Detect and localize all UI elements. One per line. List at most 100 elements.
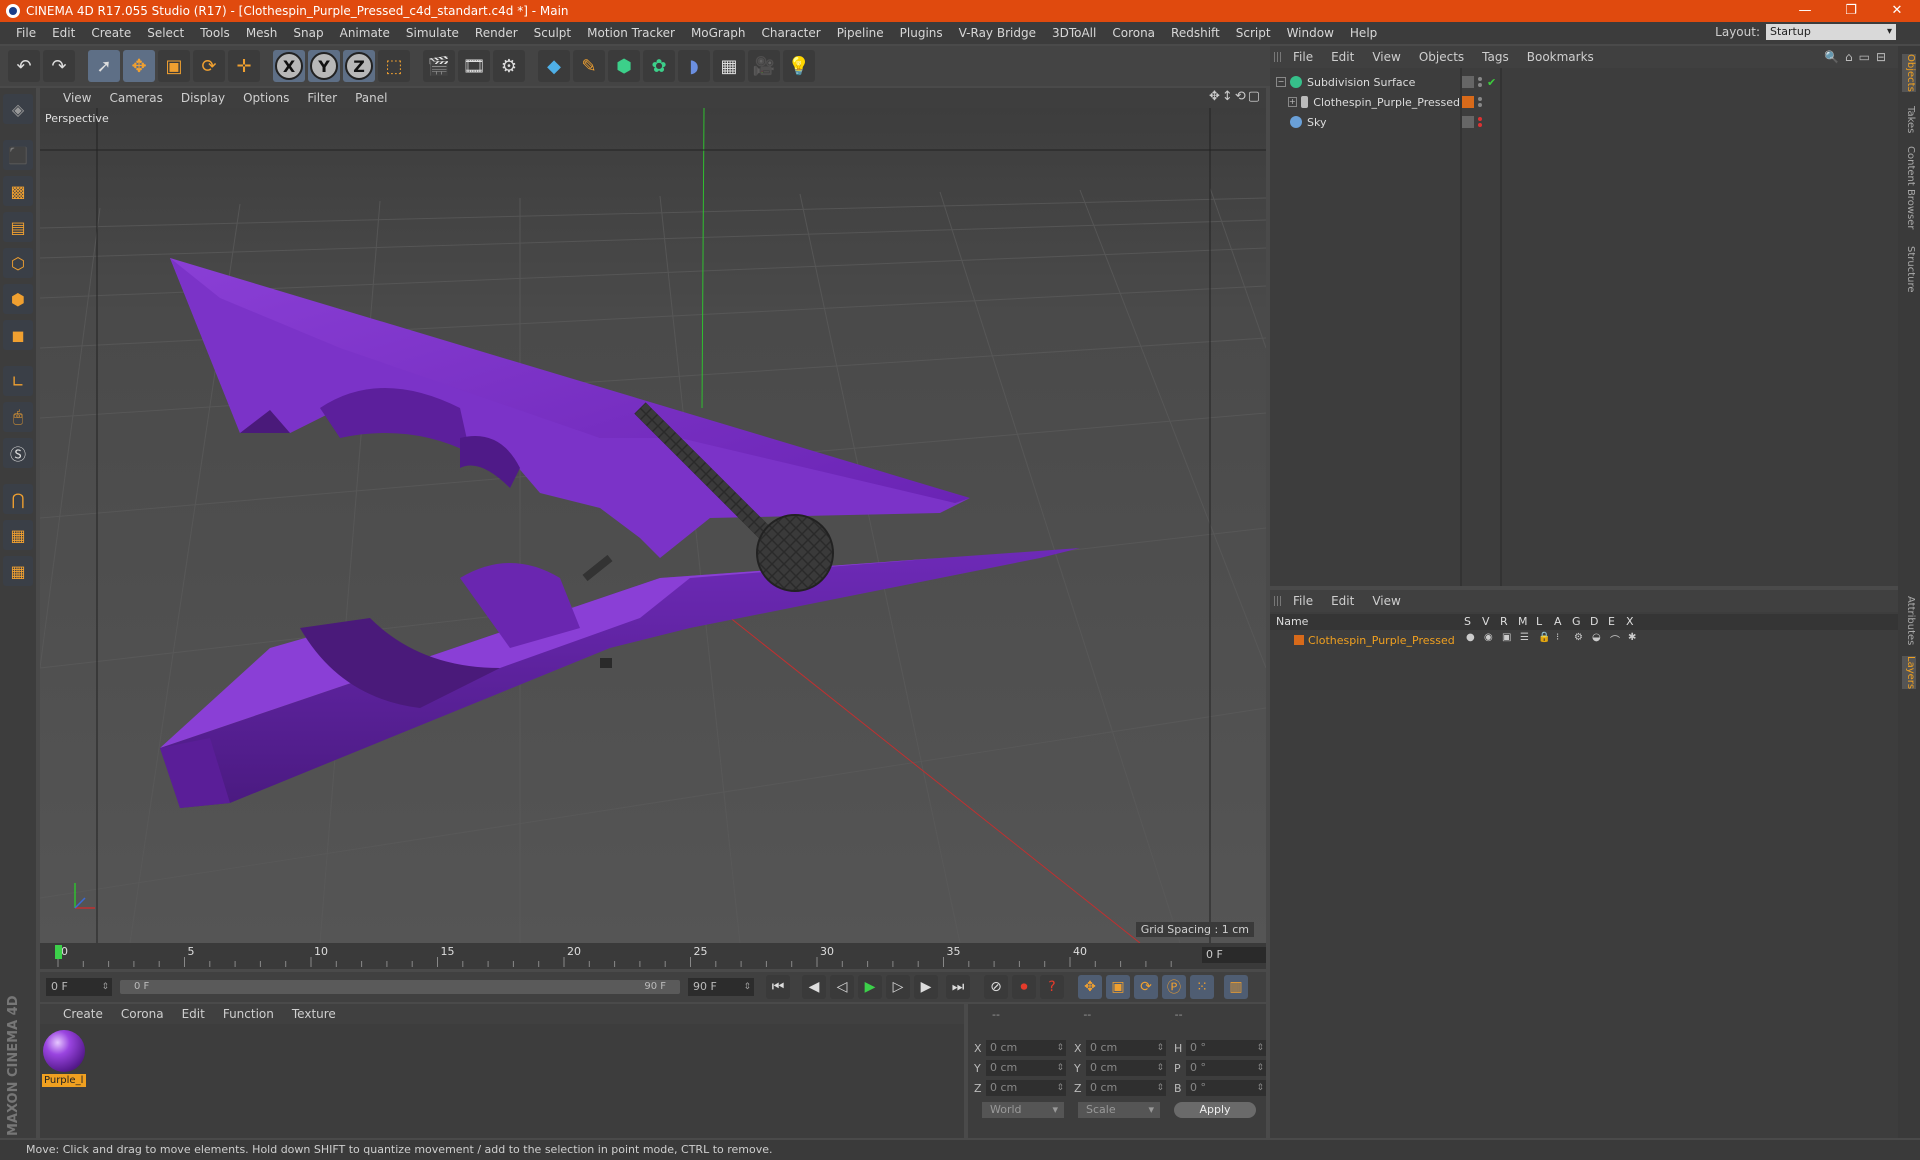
layer-menu-edit[interactable]: Edit (1322, 594, 1363, 608)
column-divider[interactable] (1460, 68, 1462, 586)
tab-structure[interactable]: Structure (1902, 246, 1916, 293)
y-axis-lock-icon[interactable]: Y (308, 50, 340, 82)
deformer-icon[interactable]: ◒ (1592, 632, 1610, 647)
preview-range-slider[interactable]: 0 F 90 F (120, 980, 680, 994)
col-deformers[interactable]: D (1590, 615, 1608, 628)
rotation-h-field[interactable]: 0 ° (1186, 1040, 1266, 1056)
key-scale-icon[interactable]: ▣ (1106, 975, 1130, 999)
model-mode-icon[interactable]: ⬛ (3, 140, 33, 170)
pen-spline-icon[interactable]: ✎ (573, 50, 605, 82)
viewport-menu-view[interactable]: View (54, 91, 100, 105)
light-object-icon[interactable]: 💡 (783, 50, 815, 82)
menu-file[interactable]: File (8, 22, 44, 44)
record-disabled-icon[interactable]: ⊘ (984, 975, 1008, 999)
menu-sculpt[interactable]: Sculpt (526, 22, 579, 44)
position-z-field[interactable]: 0 cm (986, 1080, 1066, 1096)
layer-menu-view[interactable]: View (1363, 594, 1409, 608)
minimize-button[interactable]: — (1782, 0, 1828, 22)
collapse-toggle[interactable]: − (1276, 77, 1286, 87)
scale-tool-icon[interactable]: ▣ (158, 50, 190, 82)
autokeying-icon[interactable]: ? (1040, 975, 1064, 999)
panel-grip-icon[interactable] (1274, 596, 1282, 606)
snap-icon[interactable]: ⋂ (3, 484, 33, 514)
object-row-subdivision-surface[interactable]: − Subdivision Surface (1270, 72, 1460, 92)
live-selection-icon[interactable]: ➚ (88, 50, 120, 82)
floor-object-icon[interactable]: ▦ (713, 50, 745, 82)
position-x-field[interactable]: 0 cm (986, 1040, 1066, 1056)
texture-mode-icon[interactable]: ▩ (3, 176, 33, 206)
view-eye-icon[interactable]: ◉ (1484, 632, 1502, 647)
cube-object-icon[interactable]: ◆ (538, 50, 570, 82)
render-to-picture-viewer-icon[interactable]: 🎞 (458, 50, 490, 82)
record-active-objects-icon[interactable]: ⏺ (1012, 975, 1036, 999)
viewport-menu-cameras[interactable]: Cameras (100, 91, 171, 105)
size-y-field[interactable]: 0 cm (1086, 1060, 1166, 1076)
xref-icon[interactable]: ✱ (1628, 632, 1646, 647)
menu-simulate[interactable]: Simulate (398, 22, 467, 44)
layer-color-icon[interactable] (1462, 96, 1474, 108)
playhead-marker[interactable] (55, 945, 62, 959)
object-row-sky[interactable]: Sky (1270, 112, 1460, 132)
menu-vray-bridge[interactable]: V-Ray Bridge (951, 22, 1044, 44)
solo-dot-icon[interactable]: ● (1466, 632, 1484, 647)
material-menu-texture[interactable]: Texture (283, 1007, 345, 1021)
axis-mode-icon[interactable]: ∟ (3, 366, 33, 396)
object-menu-view[interactable]: View (1363, 50, 1409, 64)
material-menu-function[interactable]: Function (214, 1007, 283, 1021)
menu-plugins[interactable]: Plugins (892, 22, 951, 44)
generator-icon[interactable]: ⚙ (1574, 632, 1592, 647)
tab-takes[interactable]: Takes (1902, 106, 1916, 133)
play-forward-icon[interactable]: ▶ (858, 975, 882, 999)
layer-row[interactable]: Clothespin_Purple_Pressed ● ◉ ▣ ☰ 🔒 ⁝ ⚙ … (1270, 632, 1898, 648)
menu-create[interactable]: Create (83, 22, 139, 44)
object-menu-objects[interactable]: Objects (1410, 50, 1473, 64)
enabled-check-icon[interactable]: ✔ (1487, 76, 1496, 89)
menu-help[interactable]: Help (1342, 22, 1385, 44)
start-frame-field[interactable]: 0 F (46, 978, 112, 996)
menu-script[interactable]: Script (1228, 22, 1279, 44)
col-xref[interactable]: X (1626, 615, 1644, 628)
rotation-b-field[interactable]: 0 ° (1186, 1080, 1266, 1096)
edges-mode-icon[interactable]: ⬢ (3, 284, 33, 314)
previous-key-icon[interactable]: ◀ (802, 975, 826, 999)
render-icon[interactable]: ▣ (1502, 632, 1520, 647)
object-row-clothespin[interactable]: + Clothespin_Purple_Pressed (1270, 92, 1460, 112)
lock-icon[interactable]: 🔒 (1538, 632, 1556, 647)
solo-mode-icon[interactable]: Ⓢ (3, 438, 33, 468)
z-axis-lock-icon[interactable]: Z (343, 50, 375, 82)
col-generators[interactable]: G (1572, 615, 1590, 628)
layout-dropdown[interactable]: Startup (1766, 24, 1896, 40)
redo-icon[interactable]: ↷ (43, 50, 75, 82)
viewport-navigation-icons[interactable]: ✥↕⟲▢ (1209, 89, 1262, 104)
expand-toggle[interactable]: + (1288, 97, 1297, 107)
perspective-viewport[interactable]: View Cameras Display Options Filter Pane… (40, 88, 1266, 943)
render-view-icon[interactable]: 🎬 (423, 50, 455, 82)
size-x-field[interactable]: 0 cm (1086, 1040, 1166, 1056)
tweak-mode-icon[interactable]: 🖱 (3, 402, 33, 432)
menu-mograph[interactable]: MoGraph (683, 22, 754, 44)
timeline-window-icon[interactable]: ▥ (1224, 975, 1248, 999)
size-mode-dropdown[interactable]: Scale (1078, 1102, 1160, 1118)
go-to-end-icon[interactable]: ⏭ (946, 975, 970, 999)
col-manager[interactable]: M (1518, 615, 1536, 628)
viewport-menu-panel[interactable]: Panel (346, 91, 396, 105)
menu-window[interactable]: Window (1279, 22, 1342, 44)
col-solo[interactable]: S (1464, 615, 1482, 628)
make-editable-icon[interactable]: ◈ (3, 94, 33, 124)
rotate-tool-icon[interactable]: ⟳ (193, 50, 225, 82)
move-tool-icon[interactable]: ✥ (123, 50, 155, 82)
last-tool-icon[interactable]: ✛ (228, 50, 260, 82)
menu-snap[interactable]: Snap (285, 22, 331, 44)
end-frame-field[interactable]: 90 F (688, 978, 754, 996)
viewport-menu-filter[interactable]: Filter (298, 91, 346, 105)
tab-attributes[interactable]: Attributes (1902, 596, 1916, 645)
visibility-dots-icon[interactable] (1478, 76, 1484, 88)
x-axis-lock-icon[interactable]: X (273, 50, 305, 82)
col-locked[interactable]: L (1536, 615, 1554, 628)
array-object-icon[interactable]: ✿ (643, 50, 675, 82)
viewport-menu-options[interactable]: Options (234, 91, 298, 105)
close-button[interactable]: ✕ (1874, 0, 1920, 22)
layer-menu-file[interactable]: File (1284, 594, 1322, 608)
object-manager-search-home-icons[interactable]: 🔍⌂▭⊟ (1824, 50, 1892, 64)
maximize-button[interactable]: ❐ (1828, 0, 1874, 22)
